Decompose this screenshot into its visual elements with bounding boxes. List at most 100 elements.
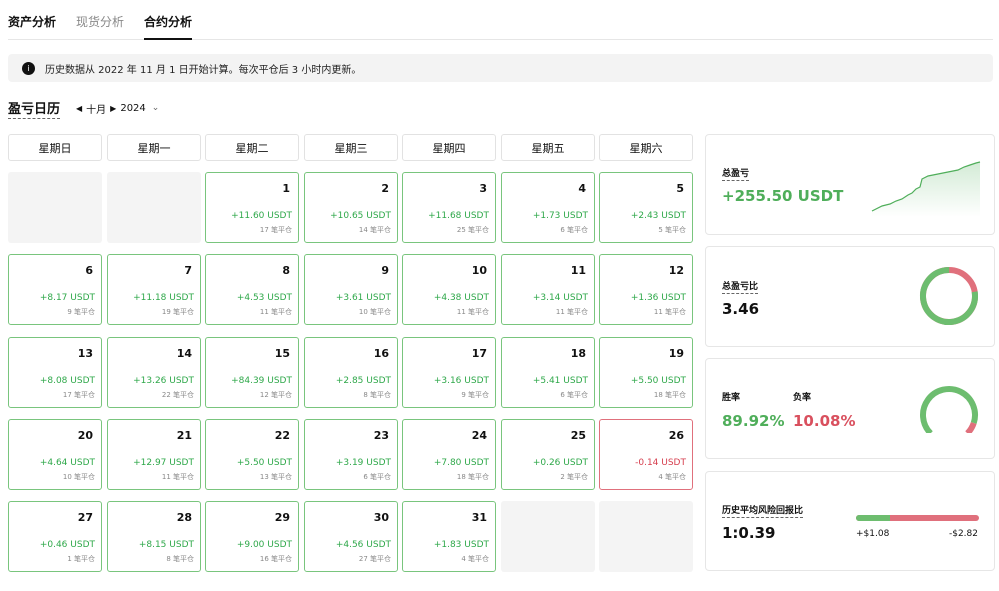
day-pnl: +0.26 USDT: [532, 458, 588, 468]
day-trade-count: 9 笔平仓: [67, 308, 95, 316]
day-trade-count: 11 笔平仓: [161, 473, 194, 481]
day-pnl: +4.64 USDT: [39, 458, 95, 468]
triangle-left-icon[interactable]: ◀: [76, 104, 82, 113]
risk-reward-bar: [856, 515, 979, 521]
tab-spot-analysis[interactable]: 现货分析: [76, 0, 124, 40]
day-number: 4: [578, 182, 586, 195]
day-number: 2: [381, 182, 389, 195]
calendar-day-cell[interactable]: 7 +11.18 USDT 19 笔平仓: [107, 254, 201, 325]
calendar-day-cell[interactable]: 26 -0.14 USDT 4 笔平仓: [599, 419, 693, 490]
day-trade-count: 2 笔平仓: [560, 473, 588, 481]
day-number: 5: [676, 182, 684, 195]
calendar-cell-empty: [599, 501, 693, 572]
calendar-day-cell[interactable]: 10 +4.38 USDT 11 笔平仓: [402, 254, 496, 325]
day-pnl: +7.80 USDT: [433, 458, 489, 468]
year-select[interactable]: 2024: [120, 103, 145, 114]
calendar-day-cell[interactable]: 25 +0.26 USDT 2 笔平仓: [501, 419, 595, 490]
calendar-day-cell[interactable]: 3 +11.68 USDT 25 笔平仓: [402, 172, 496, 243]
triangle-right-icon[interactable]: ▶: [110, 104, 116, 113]
day-pnl: +3.16 USDT: [433, 376, 489, 386]
day-trade-count: 6 笔平仓: [363, 473, 391, 481]
win-rate-gauge: [920, 386, 978, 433]
calendar-day-cell[interactable]: 14 +13.26 USDT 22 笔平仓: [107, 337, 201, 408]
ratio-donut-profit-arc: [920, 267, 978, 325]
calendar-day-cell[interactable]: 27 +0.46 USDT 1 笔平仓: [8, 501, 102, 572]
calendar-day-cell[interactable]: 18 +5.41 USDT 6 笔平仓: [501, 337, 595, 408]
day-number: 24: [471, 429, 487, 442]
calendar-day-cell[interactable]: 28 +8.15 USDT 8 笔平仓: [107, 501, 201, 572]
pnl-sparkline: [871, 161, 981, 217]
history-notice: i 历史数据从 2022 年 11 月 1 日开始计算。每次平仓后 3 小时内更…: [8, 54, 993, 82]
day-pnl: +0.46 USDT: [39, 540, 95, 550]
day-pnl: +84.39 USDT: [231, 376, 292, 386]
day-pnl: +11.18 USDT: [133, 293, 194, 303]
day-trade-count: 11 笔平仓: [653, 308, 686, 316]
day-pnl: +12.97 USDT: [133, 458, 194, 468]
tab-asset-analysis[interactable]: 资产分析: [8, 0, 56, 40]
day-number: 20: [77, 429, 93, 442]
day-trade-count: 11 笔平仓: [555, 308, 588, 316]
day-trade-count: 18 笔平仓: [456, 473, 489, 481]
day-trade-count: 4 笔平仓: [658, 473, 686, 481]
calendar-day-cell[interactable]: 16 +2.85 USDT 8 笔平仓: [304, 337, 398, 408]
calendar-day-cell[interactable]: 1 +11.60 USDT 17 笔平仓: [205, 172, 299, 243]
day-number: 31: [471, 511, 487, 524]
day-pnl: +5.41 USDT: [532, 376, 588, 386]
calendar-day-cell[interactable]: 12 +1.36 USDT 11 笔平仓: [599, 254, 693, 325]
day-pnl: +1.83 USDT: [433, 540, 489, 550]
weekday-sunday: 星期日: [8, 134, 102, 161]
calendar-day-cell[interactable]: 29 +9.00 USDT 16 笔平仓: [205, 501, 299, 572]
day-trade-count: 13 笔平仓: [259, 473, 292, 481]
day-trade-count: 10 笔平仓: [62, 473, 95, 481]
risk-reward-win-segment: [856, 515, 891, 521]
calendar-day-cell[interactable]: 30 +4.56 USDT 27 笔平仓: [304, 501, 398, 572]
tab-futures-analysis[interactable]: 合约分析: [144, 0, 193, 40]
loss-rate-value: 10.08%: [793, 412, 856, 430]
day-number: 14: [176, 347, 192, 360]
day-number: 8: [282, 264, 290, 277]
calendar-day-cell[interactable]: 8 +4.53 USDT 11 笔平仓: [205, 254, 299, 325]
weekday-wednesday: 星期三: [304, 134, 398, 161]
calendar-day-cell[interactable]: 13 +8.08 USDT 17 笔平仓: [8, 337, 102, 408]
calendar-day-cell[interactable]: 22 +5.50 USDT 13 笔平仓: [205, 419, 299, 490]
day-number: 12: [668, 264, 684, 277]
calendar-day-cell[interactable]: 19 +5.50 USDT 18 笔平仓: [599, 337, 693, 408]
day-number: 25: [570, 429, 586, 442]
calendar-day-cell[interactable]: 20 +4.64 USDT 10 笔平仓: [8, 419, 102, 490]
day-number: 29: [274, 511, 290, 524]
calendar-day-cell[interactable]: 11 +3.14 USDT 11 笔平仓: [501, 254, 595, 325]
day-trade-count: 17 笔平仓: [62, 391, 95, 399]
day-pnl: +3.19 USDT: [335, 458, 391, 468]
calendar-day-cell[interactable]: 5 +2.43 USDT 5 笔平仓: [599, 172, 693, 243]
calendar-header: 盈亏日历 ◀ 十月 ▶ 2024 ⌄: [8, 98, 160, 119]
day-trade-count: 16 笔平仓: [259, 555, 292, 563]
day-pnl: +10.65 USDT: [330, 211, 391, 221]
pnl-ratio-card: 总盈亏比 3.46: [705, 246, 995, 347]
calendar-day-cell[interactable]: 2 +10.65 USDT 14 笔平仓: [304, 172, 398, 243]
day-number: 19: [668, 347, 684, 360]
day-pnl: +4.56 USDT: [335, 540, 391, 550]
calendar-day-cell[interactable]: 21 +12.97 USDT 11 笔平仓: [107, 419, 201, 490]
calendar-day-cell[interactable]: 15 +84.39 USDT 12 笔平仓: [205, 337, 299, 408]
chevron-down-icon[interactable]: ⌄: [152, 103, 160, 113]
day-number: 10: [471, 264, 487, 277]
win-gauge-win-arc: [920, 386, 978, 433]
day-pnl: +5.50 USDT: [630, 376, 686, 386]
calendar-day-cell[interactable]: 23 +3.19 USDT 6 笔平仓: [304, 419, 398, 490]
day-pnl: +3.61 USDT: [335, 293, 391, 303]
win-gauge-loss-arc: [965, 421, 977, 433]
day-trade-count: 11 笔平仓: [259, 308, 292, 316]
calendar-day-cell[interactable]: 24 +7.80 USDT 18 笔平仓: [402, 419, 496, 490]
calendar-day-cell[interactable]: 4 +1.73 USDT 6 笔平仓: [501, 172, 595, 243]
calendar-day-cell[interactable]: 9 +3.61 USDT 10 笔平仓: [304, 254, 398, 325]
notice-text: 历史数据从 2022 年 11 月 1 日开始计算。每次平仓后 3 小时内更新。: [45, 64, 362, 76]
calendar-day-cell[interactable]: 17 +3.16 USDT 9 笔平仓: [402, 337, 496, 408]
pnl-ratio-label: 总盈亏比: [722, 279, 759, 294]
day-pnl: +13.26 USDT: [133, 376, 194, 386]
day-pnl: -0.14 USDT: [635, 458, 686, 468]
win-rate-label: 胜率: [722, 393, 741, 403]
calendar-day-cell[interactable]: 31 +1.83 USDT 4 笔平仓: [402, 501, 496, 572]
total-pnl-label: 总盈亏: [722, 166, 750, 181]
day-pnl: +8.17 USDT: [39, 293, 95, 303]
calendar-day-cell[interactable]: 6 +8.17 USDT 9 笔平仓: [8, 254, 102, 325]
